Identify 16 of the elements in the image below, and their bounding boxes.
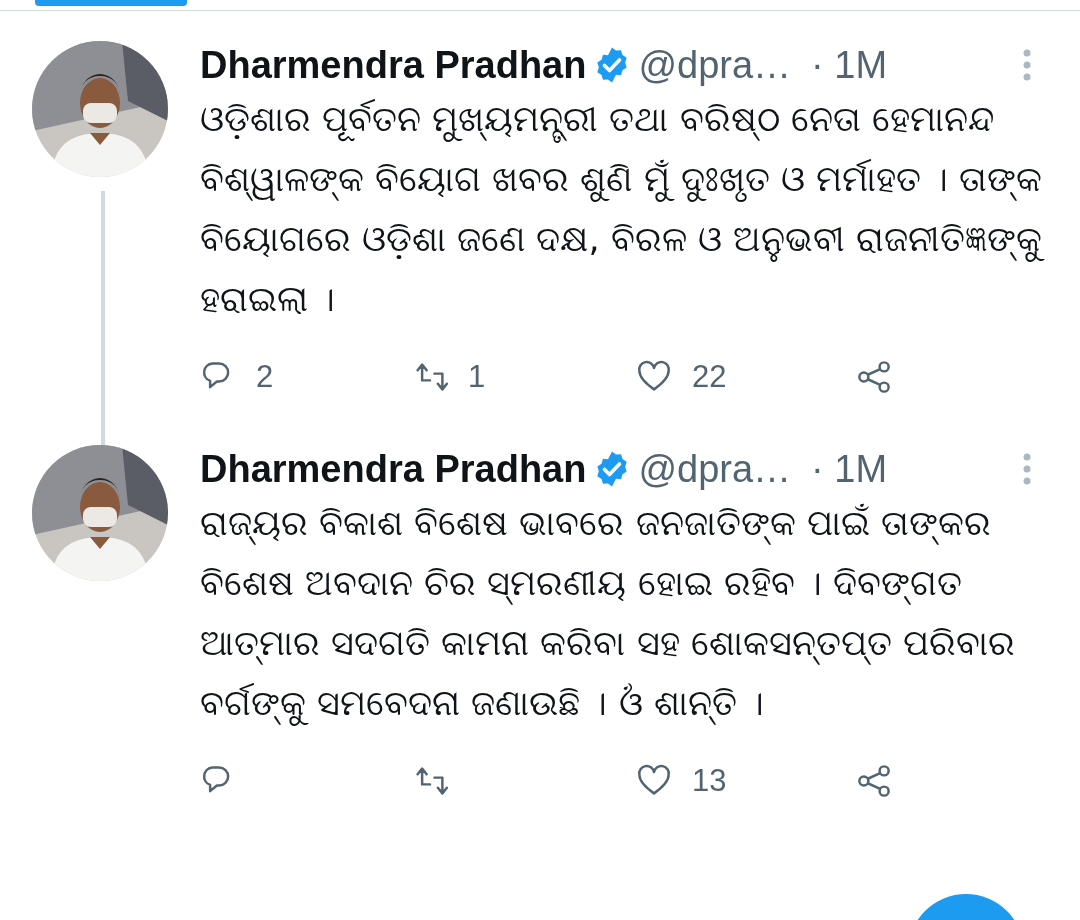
tweet-text: ରାଜ୍ୟର ବିକାଶ ବିଶେଷ ଭାବରେ ଜନଜାତିଙ୍କ ପାଇଁ ତାଙ୍କର ବିଶେଷ ଅବଦାନ ଚିର ସ୍ମରଣୀୟ ହୋଇ ରହିବ । ଦିବଙ୍ଗତ ଆତ୍ମାର ସଦଗତି କାମନା କରିବା ସହ ଶୋକସନ୍ତପ୍ତ ପରିବାର ବର୍ଗଙ୍କୁ ସମବେଦନା ଜଣାଉଛି । ଓଁ ଶାନ୍ତି । bbox=[200, 493, 1080, 733]
retweet-button[interactable]: 1 bbox=[412, 359, 486, 395]
timestamp: · 1M bbox=[811, 447, 888, 491]
share-button[interactable] bbox=[856, 763, 892, 799]
share-button[interactable] bbox=[856, 359, 892, 395]
reply-button[interactable]: 2 bbox=[200, 359, 274, 395]
like-button[interactable]: 22 bbox=[636, 359, 727, 395]
user-handle: @dpra… bbox=[638, 43, 792, 87]
timestamp: · 1M bbox=[811, 43, 888, 87]
tweet-text: ଓଡ଼ିଶାର ପୂର୍ବତନ ମୁଖ୍ୟମନ୍ତ୍ରୀ ତଥା ବରିଷ୍ଠ ନେତା ହେମାନନ୍ଦ ବିଶ୍ୱାଳଙ୍କ ବିୟୋଗ ଖବର ଶୁଣି ମୁଁ ଦୁଃଖୃତ ଓ ମର୍ମାହତ । ତାଙ୍କ ବିୟୋଗରେ ଓଡ଼ିଶା ଜଣେ ଦକ୍ଷ, ବିରଳ ଓ ଅନୁଭବୀ ରାଜନୀତିଜ୍ଞଙ୍କୁ ହରାଇଲା । bbox=[200, 98, 1046, 321]
share-icon bbox=[856, 359, 892, 395]
author-name[interactable]: Dharmendra Pradhan bbox=[200, 43, 587, 87]
like-button[interactable]: 13 bbox=[636, 763, 727, 799]
user-handle: @dpra… bbox=[638, 447, 792, 491]
share-icon bbox=[856, 763, 892, 799]
author-name[interactable]: Dharmendra Pradhan bbox=[200, 447, 587, 491]
